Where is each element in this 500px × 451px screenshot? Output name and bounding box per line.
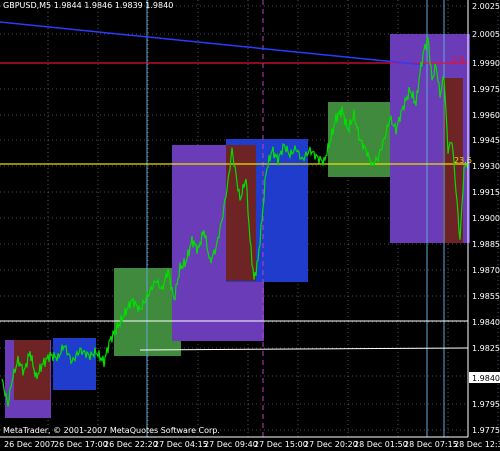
price-tick-label: 1.9870 <box>472 266 500 275</box>
time-tick-label: 27 Dec 09:40 <box>204 440 258 449</box>
time-tick-label: 26 Dec 22:20 <box>104 440 158 449</box>
price-tick-label: 1.9915 <box>472 188 500 197</box>
time-tick-label: 27 Dec 04:15 <box>154 440 208 449</box>
price-tick-label: 1.9930 <box>472 162 500 171</box>
fib-mid-label: 23.6 <box>454 156 472 165</box>
price-tick-label: 1.9855 <box>472 292 500 301</box>
trend-line <box>0 21 426 66</box>
price-tick-label: 1.9960 <box>472 111 500 120</box>
time-tick-label: 28 Dec 01:50 <box>354 440 408 449</box>
price-tick-label: 1.9975 <box>472 85 500 94</box>
price-tick-label: 1.9945 <box>472 136 500 145</box>
chart-header: GBPUSD,M5 1.9844 1.9846 1.9839 1.9840 <box>3 1 173 10</box>
time-tick-label: 26 Dec 17:00 <box>54 440 108 449</box>
time-tick-label: 27 Dec 20:20 <box>304 440 358 449</box>
box-blue-1 <box>53 338 96 390</box>
price-tick-label: 1.9775 <box>472 426 500 435</box>
price-tick-label: 1.9900 <box>472 214 500 223</box>
time-tick-label: 28 Dec 07:15 <box>404 440 458 449</box>
price-tick-label: 1.9825 <box>472 344 500 353</box>
fib-top-label: 0.0 <box>452 55 465 64</box>
time-tick-label: 27 Dec 15:00 <box>254 440 308 449</box>
time-axis: 26 Dec 200726 Dec 17:0026 Dec 22:2027 De… <box>4 440 500 449</box>
price-tick-label: 1.9840 <box>472 318 500 327</box>
copyright-text: MetaTrader, © 2001-2007 MetaQuotes Softw… <box>3 426 220 435</box>
price-tick-label: 2.0005 <box>472 30 500 39</box>
ohlc-values: 1.9844 1.9846 1.9839 1.9840 <box>53 1 174 10</box>
price-tick-label: 2.0025 <box>472 2 500 11</box>
chart-canvas[interactable]: 0.0 23.6 2.0025 2.0005 1.9990 1.9975 1.9960 1… <box>0 0 500 451</box>
price-tick-label: 1.9795 <box>472 400 500 409</box>
symbol-timeframe: GBPUSD,M5 <box>3 1 52 10</box>
price-tick-label: 1.9990 <box>472 59 500 68</box>
box-brown-1 <box>14 340 50 400</box>
time-tick-label: 28 Dec 12:35 <box>454 440 500 449</box>
time-tick-label: 26 Dec 2007 <box>4 440 55 449</box>
price-axis: 2.0025 2.0005 1.9990 1.9975 1.9960 1.9945 1.99… <box>472 2 500 435</box>
current-price-label: 1.9840 <box>472 374 500 383</box>
price-tick-label: 1.9885 <box>472 240 500 249</box>
chart-window[interactable]: 0.0 23.6 2.0025 2.0005 1.9990 1.9975 1.9960 1… <box>0 0 500 451</box>
